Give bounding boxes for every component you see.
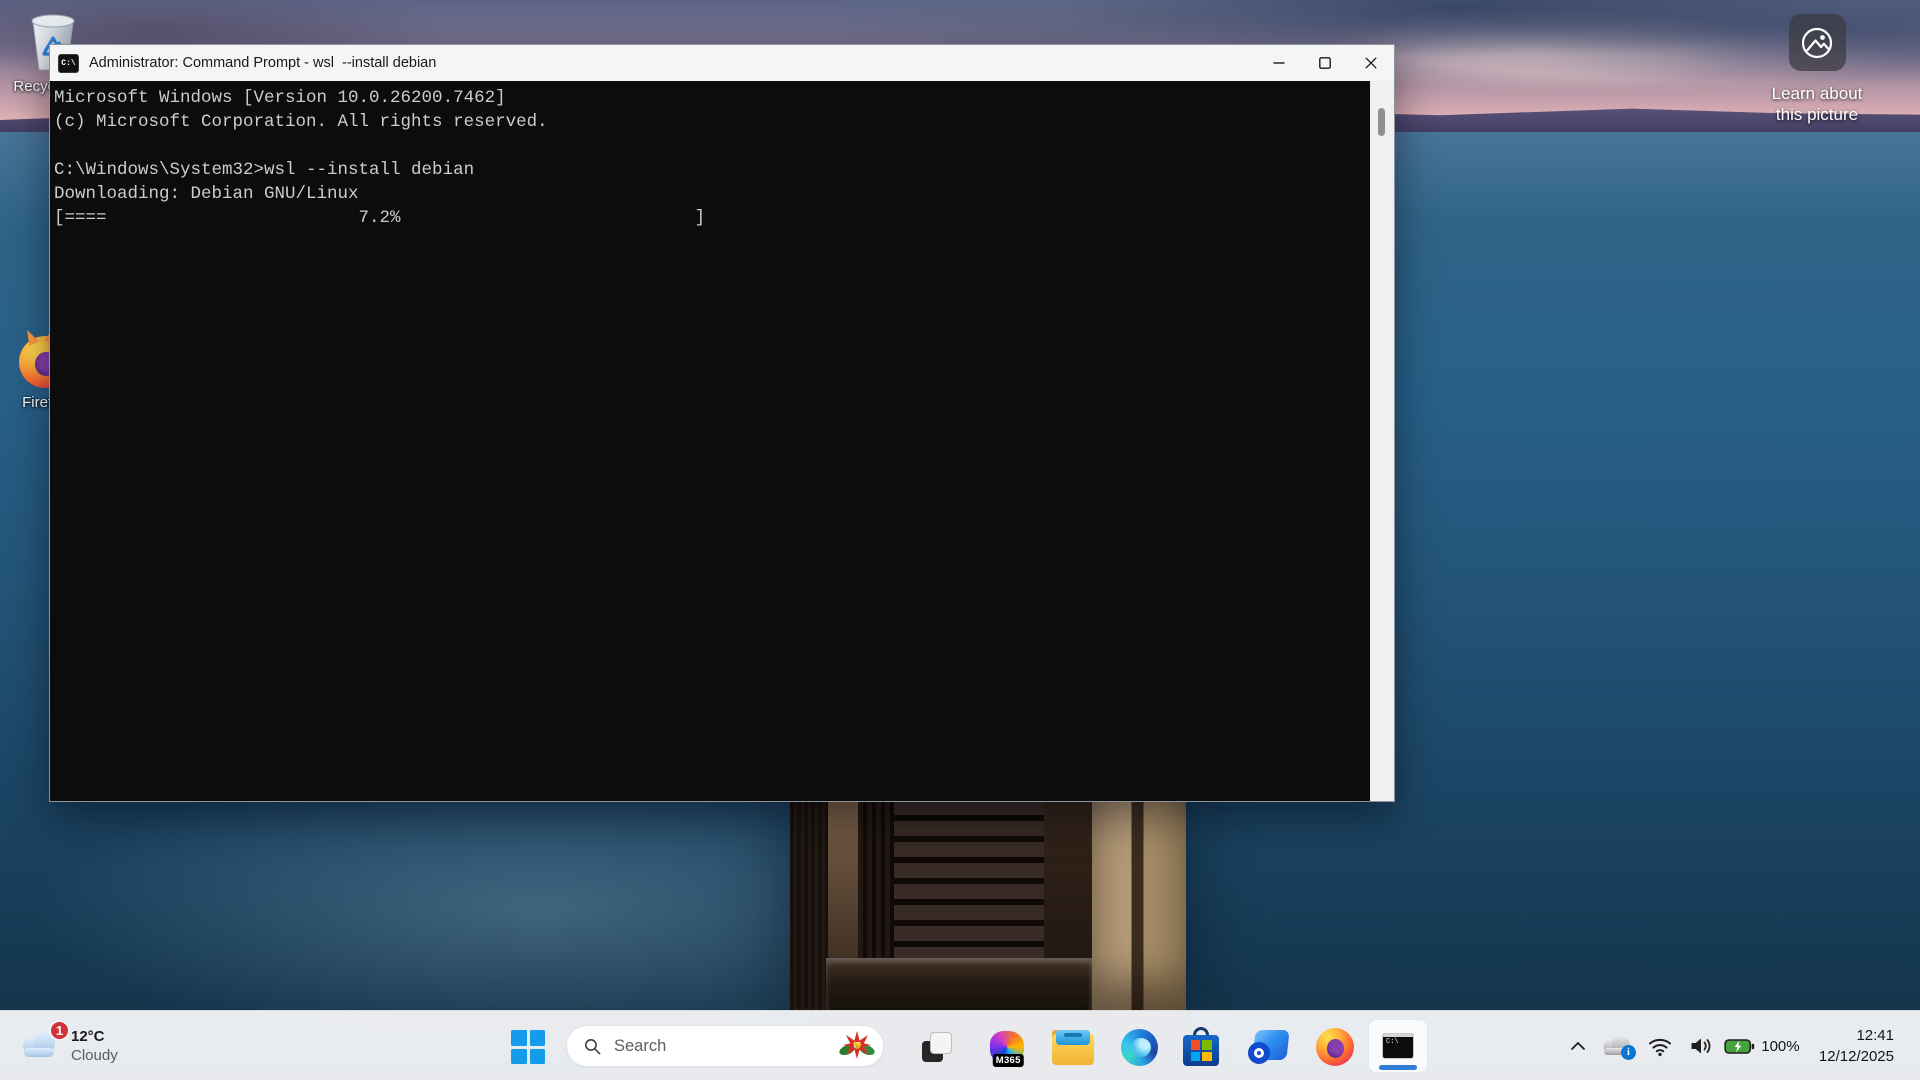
chevron-up-icon: [1571, 1042, 1585, 1050]
minimize-button[interactable]: [1256, 45, 1302, 81]
picture-icon: [1788, 14, 1846, 71]
scrollbar-thumb[interactable]: [1378, 108, 1385, 136]
cmd-window-icon: C:\: [58, 53, 79, 73]
outlook-icon: [1248, 1030, 1290, 1064]
onedrive-tray-button[interactable]: i: [1595, 1024, 1639, 1068]
battery-percent: 100%: [1761, 1037, 1800, 1055]
poinsettia-flower-icon: [839, 1031, 875, 1059]
store-icon: [1183, 1027, 1219, 1067]
firefox-icon: [1316, 1028, 1354, 1066]
battery-charging-icon: [1724, 1038, 1755, 1054]
edge-icon: [1120, 1028, 1158, 1066]
minimize-icon: [1273, 62, 1285, 64]
onedrive-info-badge: i: [1620, 1045, 1636, 1060]
command-prompt-window: C:\ Administrator: Command Prompt - wsl …: [49, 44, 1395, 802]
volume-tray-button[interactable]: [1681, 1024, 1723, 1068]
maximize-button[interactable]: [1302, 45, 1348, 81]
microsoft-store-button[interactable]: [1176, 1025, 1226, 1069]
command-prompt-taskbar-button-active[interactable]: C:\: [1368, 1019, 1428, 1073]
maximize-icon: [1319, 57, 1331, 69]
system-tray: i 100% 12:41 12/12/2025: [1561, 1011, 1920, 1080]
edge-browser-button[interactable]: [1114, 1025, 1164, 1069]
learn-about-line2: this picture: [1775, 105, 1859, 124]
m365-copilot-button[interactable]: M365: [982, 1025, 1032, 1069]
close-icon: [1365, 57, 1377, 69]
folder-icon: [1052, 1029, 1094, 1065]
file-explorer-button[interactable]: [1048, 1025, 1098, 1069]
wifi-tray-button[interactable]: [1639, 1024, 1681, 1068]
speaker-icon: [1691, 1038, 1711, 1054]
notification-badge: 1: [49, 1020, 70, 1041]
taskbar-search[interactable]: [566, 1025, 884, 1067]
search-icon: [584, 1038, 601, 1054]
battery-tray-button[interactable]: 100%: [1723, 1024, 1801, 1068]
wifi-icon: [1648, 1038, 1671, 1057]
weather-widget[interactable]: 1 12°C Cloudy: [18, 1020, 118, 1071]
terminal-line: C:\Windows\System32>wsl --install debian: [54, 160, 475, 180]
terminal-scrollbar[interactable]: [1370, 81, 1394, 801]
weather-temperature: 12°C: [71, 1028, 105, 1045]
terminal-line: Microsoft Windows [Version 10.0.26200.74…: [54, 88, 506, 108]
close-button[interactable]: [1348, 45, 1394, 81]
m365-badge: M365: [992, 1054, 1024, 1067]
search-input[interactable]: [614, 1036, 839, 1056]
terminal-progress-line: [==== 7.2% ]: [54, 208, 706, 228]
cmd-icon: C:\: [1382, 1033, 1414, 1059]
taskbar: 1 12°C Cloudy Search M365 C:\ i 100% 12:…: [0, 1010, 1920, 1080]
window-titlebar[interactable]: C:\ Administrator: Command Prompt - wsl …: [50, 45, 1394, 81]
firefox-taskbar-button[interactable]: [1310, 1025, 1360, 1069]
start-button[interactable]: [506, 1025, 550, 1069]
tray-time: 12:41: [1856, 1027, 1894, 1044]
weather-condition: Cloudy: [71, 1047, 118, 1064]
terminal-line: Downloading: Debian GNU/Linux: [54, 184, 359, 204]
learn-about-picture-widget[interactable]: Learn about this picture: [1757, 14, 1877, 125]
terminal-output[interactable]: Microsoft Windows [Version 10.0.26200.74…: [50, 81, 1370, 801]
tray-date: 12/12/2025: [1818, 1048, 1894, 1065]
task-view-button[interactable]: [914, 1025, 960, 1069]
terminal-line: (c) Microsoft Corporation. All rights re…: [54, 112, 548, 132]
window-title: Administrator: Command Prompt - wsl --in…: [89, 55, 437, 71]
learn-about-line1: Learn about: [1771, 84, 1863, 103]
copilot-icon: M365: [990, 1031, 1024, 1067]
wallpaper-pier: [790, 800, 1186, 1012]
active-app-indicator: [1379, 1065, 1417, 1070]
task-view-icon: [922, 1032, 952, 1062]
clock[interactable]: 12:41 12/12/2025: [1819, 1025, 1894, 1067]
outlook-button[interactable]: [1243, 1025, 1293, 1069]
tray-overflow-button[interactable]: [1561, 1024, 1595, 1068]
windows-logo-icon: [511, 1030, 545, 1064]
